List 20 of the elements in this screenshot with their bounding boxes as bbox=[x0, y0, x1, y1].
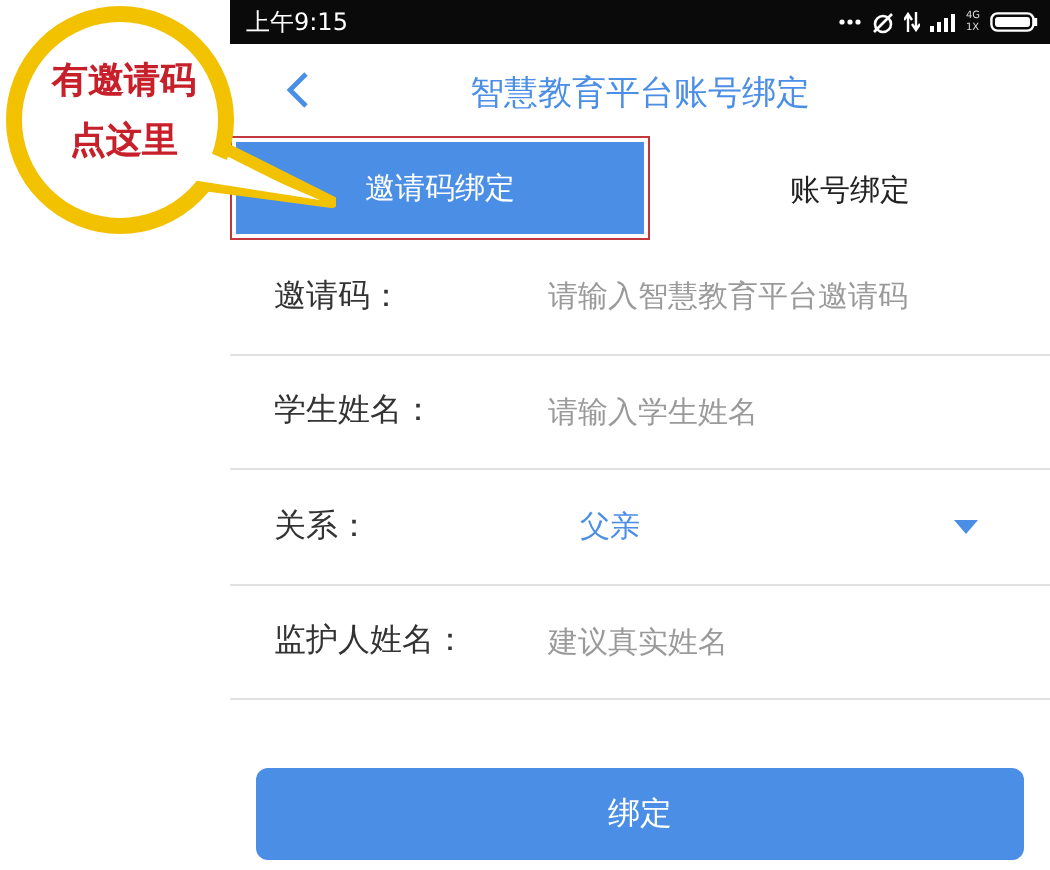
battery-icon bbox=[990, 12, 1038, 32]
signal-icon bbox=[929, 13, 956, 31]
caret-icon bbox=[954, 519, 978, 534]
tab[interactable]: 邀请码绑定 bbox=[236, 142, 644, 234]
input-field[interactable]: 请输入智慧教育平台邀请码 bbox=[544, 276, 1050, 317]
bind-button[interactable]: 绑定 bbox=[256, 768, 1024, 860]
field-label: 监护人姓名： bbox=[274, 620, 468, 663]
data-arrows-icon bbox=[903, 12, 920, 32]
page-title: 智慧教育平台账号绑定 bbox=[468, 71, 812, 115]
input-field[interactable]: 请输入学生姓名 bbox=[544, 391, 1050, 432]
input-field[interactable]: 建议真实姓名 bbox=[544, 621, 1050, 662]
relation-dropdown[interactable]: 父亲 bbox=[544, 486, 1050, 567]
alarm-off-icon bbox=[871, 11, 894, 33]
field-label: 学生姓名： bbox=[274, 390, 436, 433]
field-label: 关系： bbox=[274, 505, 372, 548]
field-label: 邀请码： bbox=[274, 275, 404, 318]
callout-text: 有邀请码 bbox=[52, 60, 196, 104]
status-time: 上午9:15 bbox=[246, 5, 348, 39]
more-icon bbox=[837, 18, 862, 26]
callout-text: 点这里 bbox=[70, 120, 178, 164]
